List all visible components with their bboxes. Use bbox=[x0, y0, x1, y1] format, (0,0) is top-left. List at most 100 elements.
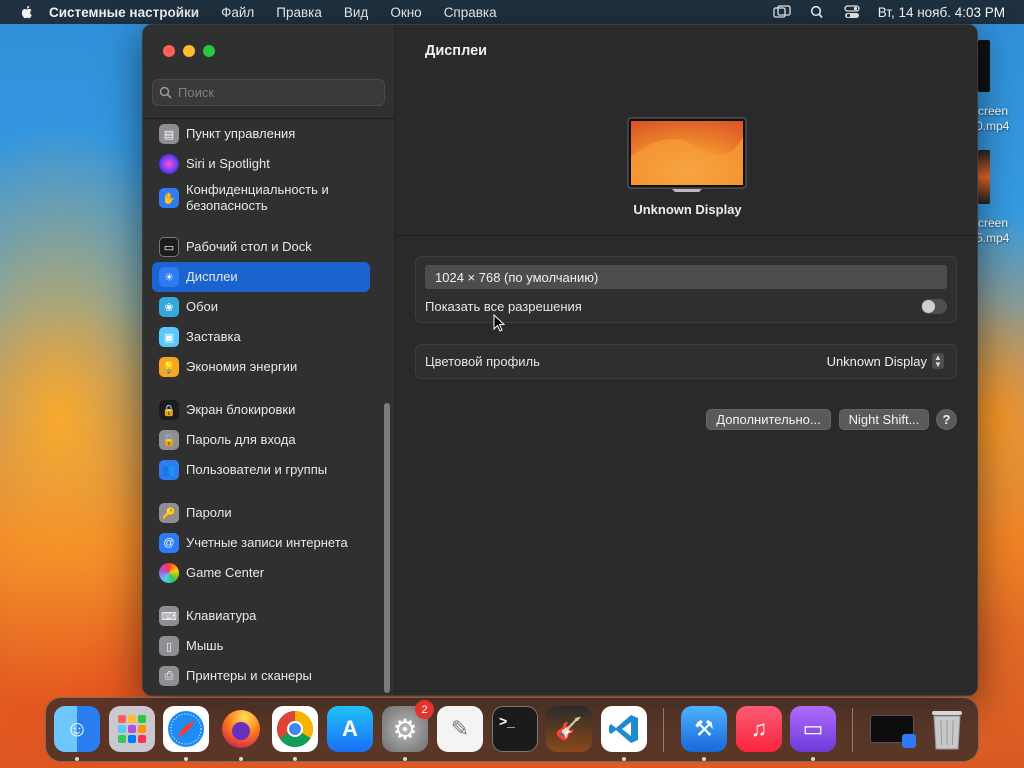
color-profile-popup[interactable]: Unknown Display ▲ ▼ bbox=[827, 353, 944, 369]
sidebar-item-siri-spotlight[interactable]: Siri и Spotlight bbox=[152, 149, 370, 179]
help-button[interactable]: ? bbox=[936, 409, 957, 430]
sidebar-scrollbar[interactable] bbox=[384, 403, 390, 693]
apple-menu-icon[interactable] bbox=[19, 4, 35, 20]
sidebar-item-wallpaper[interactable]: ❀ Обои bbox=[152, 292, 370, 322]
purple-app-icon[interactable]: ▭ bbox=[790, 706, 836, 752]
login-password-icon: 🔓 bbox=[159, 430, 179, 450]
search-input[interactable] bbox=[178, 85, 368, 100]
sidebar-item-passwords[interactable]: 🔑 Пароли bbox=[152, 498, 370, 528]
desktop-file-label[interactable]: creen 5.mp4 bbox=[970, 216, 1024, 246]
sidebar-item-screensaver[interactable]: ▣ Заставка bbox=[152, 322, 370, 352]
dock: ☺ A ⚙ 2 ✎ >_ 🎸 ⚒ ♫ ▭ bbox=[45, 697, 979, 762]
show-all-resolutions-toggle[interactable] bbox=[921, 299, 947, 314]
siri-icon bbox=[159, 154, 179, 174]
running-indicator bbox=[75, 757, 79, 761]
sidebar-item-login-password[interactable]: 🔓 Пароль для входа bbox=[152, 425, 370, 455]
sidebar-item-label: Пользователи и группы bbox=[186, 462, 328, 477]
close-window-button[interactable] bbox=[163, 45, 175, 57]
sidebar-item-label: Пароль для входа bbox=[186, 432, 296, 447]
sidebar-item-label: Заставка bbox=[186, 329, 241, 344]
display-thumbnail-icon[interactable] bbox=[627, 117, 747, 193]
screen-mirroring-icon[interactable] bbox=[773, 5, 791, 19]
launchpad-icon[interactable] bbox=[109, 706, 155, 752]
downloads-stack-icon[interactable] bbox=[869, 706, 916, 752]
launchpad-grid-icon bbox=[118, 715, 146, 743]
finder-icon[interactable]: ☺ bbox=[54, 706, 100, 752]
desktop-file-name-line1: creen bbox=[978, 216, 1009, 230]
sidebar-item-label: Обои bbox=[186, 299, 219, 314]
desktop-file-name-line1: creen bbox=[978, 104, 1009, 118]
system-settings-window: ▤ Пункт управления Siri и Spotlight ✋ Ко… bbox=[142, 24, 978, 696]
stack-thumbnail bbox=[870, 715, 916, 748]
sidebar-item-game-center[interactable]: Game Center bbox=[152, 558, 370, 588]
running-indicator bbox=[811, 757, 815, 761]
sidebar-item-label: Клавиатура bbox=[186, 608, 257, 623]
color-profile-value: Unknown Display bbox=[826, 353, 927, 369]
sidebar-item-label: Game Center bbox=[186, 565, 265, 580]
night-shift-button[interactable]: Night Shift... bbox=[839, 409, 929, 430]
chrome-icon[interactable] bbox=[272, 706, 318, 752]
advanced-button[interactable]: Дополнительно... bbox=[706, 409, 831, 430]
desktop-file-label[interactable]: creen 0.mp4 bbox=[970, 104, 1024, 134]
users-icon: 👥 bbox=[159, 460, 179, 480]
game-center-icon bbox=[159, 563, 179, 583]
xcode-icon[interactable]: ⚒ bbox=[681, 706, 727, 752]
app-store-icon[interactable]: A bbox=[327, 706, 373, 752]
sidebar-item-mouse[interactable]: ▯ Мышь bbox=[152, 631, 370, 661]
sidebar-item-label: Пароли bbox=[186, 505, 232, 520]
mouse-icon: ▯ bbox=[159, 636, 179, 656]
minimize-window-button[interactable] bbox=[183, 45, 195, 57]
display-name: Unknown Display bbox=[633, 202, 742, 217]
sidebar-item-label: Siri и Spotlight bbox=[186, 156, 270, 171]
firefox-icon[interactable] bbox=[218, 706, 264, 752]
sidebar-item-desktop-dock[interactable]: ▭ Рабочий стол и Dock bbox=[152, 232, 370, 262]
vscode-icon[interactable] bbox=[601, 706, 647, 752]
menu-edit[interactable]: Правка bbox=[276, 5, 322, 20]
menu-bar-clock[interactable]: Вт, 14 нояб. 4:03 PM bbox=[878, 5, 1005, 20]
sidebar-item-keyboard[interactable]: ⌨ Клавиатура bbox=[152, 601, 370, 631]
displays-pane: Дисплеи Unknown Display 1024 × 768 (по у… bbox=[396, 25, 977, 695]
sidebar-search[interactable] bbox=[152, 79, 385, 106]
menu-view[interactable]: Вид bbox=[344, 5, 368, 20]
desktop-file-thumbnail[interactable] bbox=[978, 40, 990, 92]
sidebar-item-label: Дисплеи bbox=[186, 269, 238, 284]
compass-icon bbox=[168, 711, 204, 747]
music-icon[interactable]: ♫ bbox=[736, 706, 782, 752]
sidebar-item-users-groups[interactable]: 👥 Пользователи и группы bbox=[152, 455, 370, 485]
control-center-toggle-icon[interactable] bbox=[843, 5, 861, 19]
sidebar: ▤ Пункт управления Siri и Spotlight ✋ Ко… bbox=[143, 25, 395, 695]
menu-file[interactable]: Файл bbox=[221, 5, 254, 20]
app-menu-title[interactable]: Системные настройки bbox=[49, 5, 199, 20]
running-indicator bbox=[293, 757, 297, 761]
trash-icon[interactable] bbox=[924, 706, 970, 752]
show-all-resolutions-label: Показать все разрешения bbox=[425, 299, 582, 314]
resolution-option-selected[interactable]: 1024 × 768 (по умолчанию) bbox=[425, 265, 947, 289]
running-indicator bbox=[239, 757, 243, 761]
sidebar-item-privacy-security[interactable]: ✋ Конфиденциальность и безопасность bbox=[152, 179, 370, 217]
stack-badge-icon bbox=[902, 734, 916, 748]
system-settings-icon[interactable]: ⚙ 2 bbox=[382, 700, 434, 752]
running-indicator bbox=[702, 757, 706, 761]
notification-badge: 2 bbox=[415, 700, 434, 719]
safari-icon[interactable] bbox=[163, 706, 209, 752]
sidebar-item-displays[interactable]: ☀ Дисплеи bbox=[152, 262, 370, 292]
firefox-logo-icon bbox=[222, 710, 260, 748]
resolution-card: 1024 × 768 (по умолчанию) Показать все р… bbox=[415, 256, 957, 323]
control-center-icon: ▤ bbox=[159, 124, 179, 144]
menu-window[interactable]: Окно bbox=[390, 5, 421, 20]
desktop-file-thumbnail[interactable] bbox=[978, 150, 990, 204]
sidebar-item-label: Рабочий стол и Dock bbox=[186, 239, 312, 254]
sidebar-item-energy-saver[interactable]: 💡 Экономия энергии bbox=[152, 352, 370, 382]
menu-help[interactable]: Справка bbox=[444, 5, 497, 20]
terminal-icon[interactable]: >_ bbox=[492, 706, 538, 752]
zoom-window-button[interactable] bbox=[203, 45, 215, 57]
sidebar-item-control-center[interactable]: ▤ Пункт управления bbox=[152, 119, 370, 149]
sidebar-item-lock-screen[interactable]: 🔒 Экран блокировки bbox=[152, 395, 370, 425]
sidebar-item-printers-scanners[interactable]: ⎙ Принтеры и сканеры bbox=[152, 661, 370, 691]
chrome-logo-icon bbox=[276, 711, 314, 748]
at-sign-icon: @ bbox=[159, 533, 179, 553]
sidebar-item-internet-accounts[interactable]: @ Учетные записи интернета bbox=[152, 528, 370, 558]
textedit-icon[interactable]: ✎ bbox=[437, 706, 483, 752]
garageband-icon[interactable]: 🎸 bbox=[546, 706, 592, 752]
spotlight-search-icon[interactable] bbox=[808, 5, 826, 19]
